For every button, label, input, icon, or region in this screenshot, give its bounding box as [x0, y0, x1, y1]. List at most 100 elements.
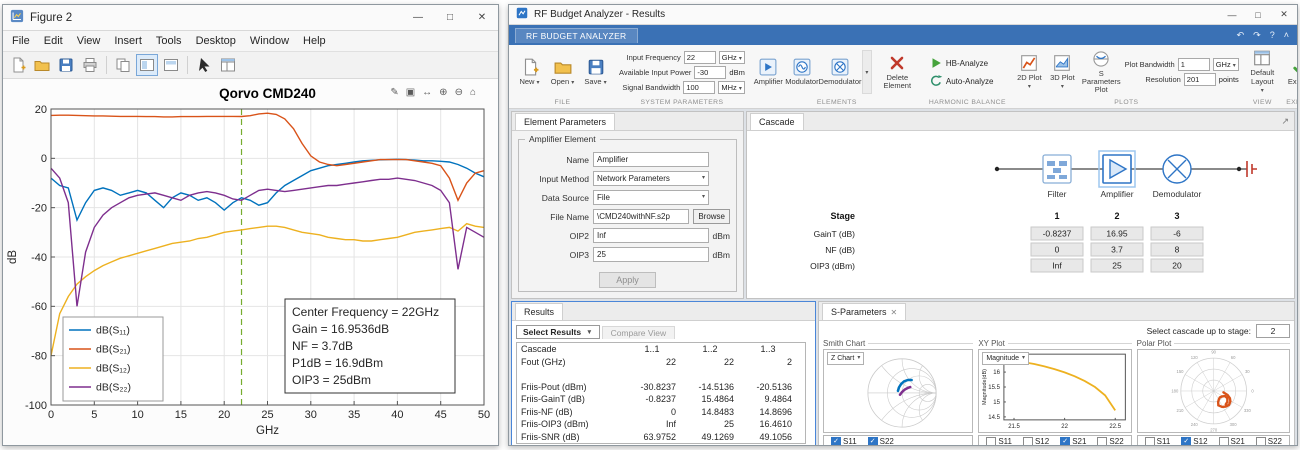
menu-insert[interactable]: Insert	[107, 33, 149, 49]
tab-element-parameters[interactable]: Element Parameters	[515, 113, 615, 130]
toolstrip-button-2d-plot[interactable]: 2D Plot ▾	[1014, 52, 1045, 93]
toolbar-toggleA-button[interactable]	[136, 54, 158, 76]
oip3-input[interactable]: 25	[593, 247, 709, 262]
close-button[interactable]: ✕	[1271, 5, 1297, 24]
stage-selector-input[interactable]: 2	[1256, 324, 1290, 338]
maximize-button[interactable]: □	[434, 5, 466, 30]
checkbox-S12[interactable]: ✓S12	[1179, 437, 1209, 446]
cascade-diagram[interactable]: FilterAmplifierDemodulatorStage123GainT …	[747, 131, 1295, 299]
apply-button[interactable]: Apply	[599, 272, 656, 288]
checkbox-S21[interactable]: S21	[1217, 437, 1247, 446]
toolstrip-button-modulator[interactable]: Modulator	[786, 56, 818, 88]
brush-icon[interactable]: ✎	[390, 87, 398, 98]
oip2-input[interactable]: Inf	[593, 228, 709, 243]
polar-plot-plot-area[interactable]: 0306090120150180210240270300330	[1137, 349, 1290, 433]
resolution-input[interactable]: 201	[1184, 73, 1216, 86]
menu-tools[interactable]: Tools	[149, 33, 189, 49]
toolstrip-button-3d-plot[interactable]: 3D Plot ▾	[1047, 52, 1078, 93]
toolbar-new-button[interactable]	[7, 54, 29, 76]
pan-icon[interactable]: ↔	[422, 87, 432, 98]
maximize-button[interactable]: □	[1245, 5, 1271, 24]
help-icon[interactable]: ?	[1270, 30, 1275, 41]
toolbar-copy-button[interactable]	[112, 54, 134, 76]
toolstrip-button-default-layout[interactable]: Default Layout ▾	[1247, 47, 1278, 96]
tab-results[interactable]: Results	[515, 303, 563, 320]
input-frequency-unit-select[interactable]: GHz ▾	[719, 51, 745, 64]
signal-bandwidth-unit-select[interactable]: MHz ▾	[718, 81, 745, 94]
xy-plot-plot-area[interactable]: Magnitude▾21.52222.514.51515.51616.5Magn…	[978, 349, 1131, 433]
checkbox-S21[interactable]: ✓S21	[1058, 437, 1088, 446]
file-name-input[interactable]: \CMD240withNF.s2p	[593, 209, 689, 224]
checkbox-S11[interactable]: ✓S11	[829, 437, 859, 446]
name-input[interactable]: Amplifier	[593, 152, 709, 167]
toolbar-toggleB-button[interactable]	[160, 54, 182, 76]
available-input-power-input[interactable]: -30	[694, 66, 726, 79]
select-results-button[interactable]: Select Results▼	[516, 325, 600, 339]
undock-icon[interactable]: ↗	[1281, 116, 1289, 127]
menu-window[interactable]: Window	[243, 33, 296, 49]
datatip-icon[interactable]: ▣	[406, 87, 415, 98]
tab-sparameters[interactable]: S-Parameters✕	[822, 303, 906, 320]
zoom-in-icon[interactable]: ⊕	[439, 87, 447, 98]
menu-file[interactable]: File	[5, 33, 37, 49]
toolstrip-button-auto-analyze[interactable]: Auto-Analyze	[929, 74, 994, 88]
redo-icon[interactable]: ↷	[1253, 30, 1261, 41]
sparameter-chart[interactable]: 05101520253035404550-100-80-60-40-20020Q…	[3, 79, 498, 445]
toolstrip-section-elements: AmplifierModulatorDemodulator▾Delete Ele…	[750, 46, 924, 108]
close-button[interactable]: ✕	[466, 5, 498, 30]
menu-edit[interactable]: Edit	[37, 33, 70, 49]
plot-bandwidth-unit-select[interactable]: GHz ▾	[1213, 58, 1239, 71]
input-frequency-input[interactable]: 22	[684, 51, 716, 64]
smith-chart-type-select[interactable]: Z Chart▾	[827, 352, 864, 365]
elements-gallery-expand[interactable]: ▾	[862, 50, 872, 94]
undo-icon[interactable]: ↶	[1237, 30, 1245, 41]
toolstrip-button-export[interactable]: Export ▾	[1286, 56, 1297, 89]
toolbar-open-button[interactable]	[31, 54, 53, 76]
form-row: File Name\CMD240withNF.s2pBrowse	[525, 207, 730, 226]
minimize-button[interactable]: —	[402, 5, 434, 30]
plot-bandwidth-input[interactable]: 1	[1178, 58, 1210, 71]
checkbox-S11[interactable]: S11	[984, 437, 1014, 446]
checkbox-S11[interactable]: S11	[1143, 437, 1173, 446]
checkbox-S22[interactable]: ✓S22	[866, 437, 896, 446]
signal-bandwidth-input[interactable]: 100	[683, 81, 715, 94]
cascade-block-demodulator[interactable]: Demodulator	[1153, 155, 1202, 199]
toolstrip-button-new[interactable]: New ▾	[514, 56, 545, 89]
auto-icon	[929, 74, 943, 88]
group-title: Amplifier Element	[525, 134, 600, 144]
toolbar-layout-button[interactable]	[217, 54, 239, 76]
menu-view[interactable]: View	[70, 33, 108, 49]
toolstrip-button-hb-analyze[interactable]: HB-Analyze	[929, 56, 994, 70]
cascade-block-filter[interactable]: Filter	[1043, 155, 1071, 199]
close-tab-icon[interactable]: ✕	[891, 306, 898, 319]
data-source-select[interactable]: File▾	[593, 190, 709, 205]
cascade-block-amplifier[interactable]: Amplifier	[1099, 151, 1135, 199]
rf-titlebar[interactable]: RF Budget Analyzer - Results — □ ✕	[509, 5, 1297, 25]
toolbar-save-button[interactable]	[55, 54, 77, 76]
toolstrip-button-delete-element[interactable]: Delete Element	[874, 52, 921, 93]
toolstrip-button-s-parameters-plot[interactable]: S Parameters Plot	[1080, 48, 1123, 97]
browse-button[interactable]: Browse	[693, 209, 730, 224]
xy-plot-type-select[interactable]: Magnitude▾	[982, 352, 1029, 365]
minimize-button[interactable]: —	[1219, 5, 1245, 24]
tab-rf-budget-analyzer[interactable]: RF BUDGET ANALYZER	[515, 28, 638, 43]
toolbar-pointer-button[interactable]	[193, 54, 215, 76]
menu-desktop[interactable]: Desktop	[189, 33, 243, 49]
checkbox-S12[interactable]: S12	[1021, 437, 1051, 446]
toolstrip-button-open[interactable]: Open ▾	[547, 56, 578, 89]
menu-help[interactable]: Help	[296, 33, 333, 49]
home-icon[interactable]: ⌂	[470, 87, 476, 98]
tab-compare-view[interactable]: Compare View	[602, 326, 676, 339]
checkbox-S22[interactable]: S22	[1254, 437, 1284, 446]
toolstrip-button-save[interactable]: Save ▾	[580, 56, 611, 89]
toolbar-print-button[interactable]	[79, 54, 101, 76]
collapse-icon[interactable]: ˄	[1284, 30, 1289, 41]
figure-titlebar[interactable]: Figure 2 — □ ✕	[3, 5, 498, 31]
toolstrip-button-amplifier[interactable]: Amplifier	[753, 56, 784, 88]
smith-chart-plot-area[interactable]: Z Chart▾	[823, 349, 973, 433]
input-method-select[interactable]: Network Parameters▾	[593, 171, 709, 186]
tab-cascade[interactable]: Cascade	[750, 113, 804, 130]
toolstrip-button-demodulator[interactable]: Demodulator	[820, 56, 860, 88]
zoom-out-icon[interactable]: ⊖	[455, 87, 463, 98]
checkbox-S22[interactable]: S22	[1095, 437, 1125, 446]
